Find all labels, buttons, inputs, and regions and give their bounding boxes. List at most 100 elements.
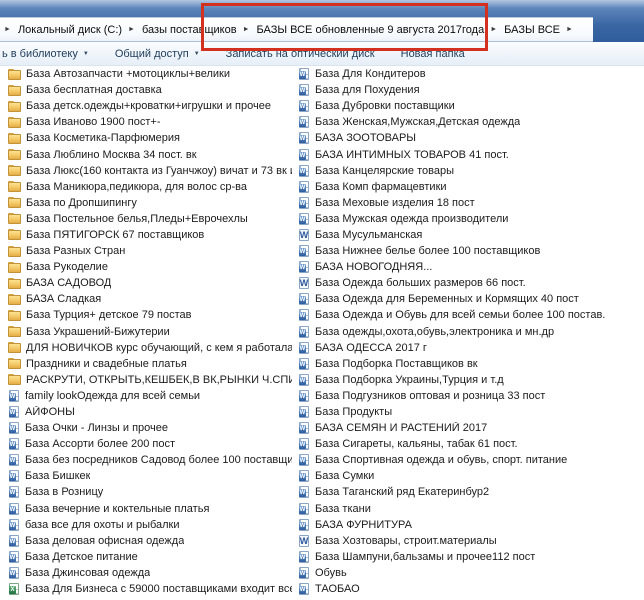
folder-icon [8, 197, 21, 209]
list-item[interactable]: Праздники и свадебные платья [8, 356, 292, 372]
list-item[interactable]: База по Дропшипингу [8, 195, 292, 211]
list-item[interactable]: База Очки - Линзы и прочее [8, 420, 292, 436]
word-doc-icon [8, 406, 20, 418]
list-item[interactable]: БАЗА САДОВОД [8, 275, 292, 291]
list-item[interactable]: Обувь [298, 565, 644, 581]
list-item[interactable]: База без посредников Садовод более 100 п… [8, 452, 292, 468]
list-item[interactable]: База Меховые изделия 18 пост [298, 195, 644, 211]
command-toolbar: ь в библиотеку▼ Общий доступ▼ Записать на … [0, 42, 644, 66]
list-item-label: База Иваново 1900 пост+- [26, 116, 161, 128]
list-item[interactable]: База деловая офисная одежда [8, 533, 292, 549]
list-item[interactable]: База Продукты [298, 404, 644, 420]
list-item[interactable]: РАСКРУТИ, ОТКРЫТЬ,КЕШБЕК,В ВК,РЫНКИ Ч.СП… [8, 372, 292, 388]
list-item[interactable]: База Рукоделие [8, 259, 292, 275]
list-item[interactable]: База Для Бизнеса с 59000 поставщиками вх… [8, 581, 292, 597]
list-item[interactable]: База Нижнее белье более 100 поставщиков [298, 243, 644, 259]
list-item[interactable]: База бесплатная доставка [8, 82, 292, 98]
list-item[interactable]: База Косметика-Парфюмерия [8, 130, 292, 146]
word-doc-icon [298, 132, 310, 144]
list-item[interactable]: База Иваново 1900 пост+- [8, 114, 292, 130]
list-item-label: База Канцелярские товары [315, 165, 454, 177]
list-item[interactable]: База Шампуни,бальзамы и прочее112 пост [298, 549, 644, 565]
word-old-doc-icon [298, 277, 310, 289]
list-item-label: База для Похудения [315, 84, 420, 96]
toolbar-button[interactable]: Новая папка [399, 42, 475, 65]
list-item-label: База Постельное белья,Пледы+Еврочехлы [26, 213, 248, 225]
list-item[interactable]: База Одежда больших размеров 66 пост. [298, 275, 644, 291]
word-doc-icon [298, 406, 310, 418]
list-item[interactable]: База Таганский ряд Екатеринбур2 [298, 484, 644, 500]
list-item[interactable]: База Канцелярские товары [298, 163, 644, 179]
breadcrumb-item[interactable]: БАЗЫ ВСЕ обновленные 9 августа 2017года [255, 24, 487, 36]
toolbar-button[interactable]: ь в библиотеку▼ [0, 42, 99, 65]
list-item[interactable]: База Детское питание [8, 549, 292, 565]
list-item[interactable]: База одежды,охота,обувь,электроника и мн… [298, 324, 644, 340]
list-item[interactable]: База Люкс(160 контакта из Гуанчжоу) вича… [8, 163, 292, 179]
folder-icon [8, 181, 21, 193]
list-item[interactable]: База Ассорти более 200 пост [8, 436, 292, 452]
list-item[interactable]: База Сигареты, кальяны, табак 61 пост. [298, 436, 644, 452]
list-item[interactable]: База Подборка Поставщиков вк [298, 356, 644, 372]
list-item[interactable]: family lookОдежда для всей семьи [8, 388, 292, 404]
list-item[interactable]: АЙФОНЫ [8, 404, 292, 420]
address-breadcrumb-bar[interactable]: ►Локальный диск (C:)►базы поставщиков►БА… [0, 17, 593, 42]
list-item[interactable]: База Дубровки поставщики [298, 98, 644, 114]
folder-icon [8, 165, 21, 177]
list-item[interactable]: БАЗА НОВОГОДНЯЯ... [298, 259, 644, 275]
list-item[interactable]: База Комп фармацевтики [298, 179, 644, 195]
list-item[interactable]: База Одежда и Обувь для всей семьи более… [298, 307, 644, 323]
list-item[interactable]: База Люблино Москва 34 пост. вк [8, 146, 292, 162]
list-item-label: БАЗА НОВОГОДНЯЯ... [315, 261, 432, 273]
list-item[interactable]: База в Розницу [8, 484, 292, 500]
list-item[interactable]: База Постельное белья,Пледы+Еврочехлы [8, 211, 292, 227]
list-item[interactable]: База Подборка Украины,Турция и т.д [298, 372, 644, 388]
list-item[interactable]: БАЗА ЗООТОВАРЫ [298, 130, 644, 146]
list-item[interactable]: БАЗА Сладкая [8, 291, 292, 307]
list-item[interactable]: База Автозапчасти +мотоциклы+велики [8, 66, 292, 82]
list-item[interactable]: База Турция+ детское 79 постав [8, 307, 292, 323]
list-item[interactable]: БАЗА СЕМЯН И РАСТЕНИЙ 2017 [298, 420, 644, 436]
list-item[interactable]: База Разных Стран [8, 243, 292, 259]
list-item[interactable]: БАЗА ИНТИМНЫХ ТОВАРОВ 41 пост. [298, 146, 644, 162]
list-item[interactable]: База Сумки [298, 468, 644, 484]
word-doc-icon [298, 551, 310, 563]
list-item[interactable]: База Мусульманская [298, 227, 644, 243]
list-item[interactable]: База Мужская одежда производители [298, 211, 644, 227]
list-item[interactable]: БАЗА ФУРНИТУРА [298, 517, 644, 533]
list-item[interactable]: База вечерние и коктельные платья [8, 501, 292, 517]
list-item[interactable]: База Спортивная одежда и обувь, спорт. п… [298, 452, 644, 468]
list-item[interactable]: База Украшений-Бижутерии [8, 324, 292, 340]
list-item[interactable]: База Маникюра,педикюра, для волос ср-ва [8, 179, 292, 195]
word-doc-icon [298, 342, 310, 354]
toolbar-button[interactable]: Записать на оптический диск [224, 42, 385, 65]
list-item-label: База в Розницу [25, 486, 103, 498]
list-item[interactable]: База детск.одежды+кроватки+игрушки и про… [8, 98, 292, 114]
list-item[interactable]: База для Похудения [298, 82, 644, 98]
folder-icon [8, 101, 21, 113]
list-item[interactable]: База Подгузников оптовая и розница 33 по… [298, 388, 644, 404]
list-item-label: БАЗА САДОВОД [26, 277, 111, 289]
list-item[interactable]: База Одежда для Беременных и Кормящих 40… [298, 291, 644, 307]
list-item-label: База без посредников Садовод более 100 п… [25, 454, 292, 466]
list-item[interactable]: База Хозтовары, строит.материалы [298, 533, 644, 549]
list-item[interactable]: База Бишкек [8, 468, 292, 484]
list-item-label: База Мужская одежда производители [315, 213, 508, 225]
file-list: База Автозапчасти +мотоциклы+великиБаза … [0, 66, 644, 600]
list-item[interactable]: ТАОБАО [298, 581, 644, 597]
breadcrumb-item[interactable]: базы поставщиков [140, 24, 239, 36]
word-doc-icon [298, 165, 310, 177]
list-item[interactable]: ДЛЯ НОВИЧКОВ курс обучающий, с кем я раб… [8, 340, 292, 356]
list-item[interactable]: База Джинсовая одежда [8, 565, 292, 581]
breadcrumb-item[interactable]: БАЗЫ ВСЕ [502, 24, 562, 36]
list-item-label: База Одежда больших размеров 66 пост. [315, 277, 526, 289]
toolbar-button[interactable]: Общий доступ▼ [113, 42, 210, 65]
breadcrumb-item[interactable]: Локальный диск (C:) [16, 24, 124, 36]
list-item[interactable]: БАЗА ОДЕССА 2017 г [298, 340, 644, 356]
list-item[interactable]: база все для охоты и рыбалки [8, 517, 292, 533]
list-item[interactable]: База Женская,Мужская,Детская одежда [298, 114, 644, 130]
word-doc-icon [8, 486, 20, 498]
list-item-label: База Хозтовары, строит.материалы [315, 535, 497, 547]
list-item[interactable]: База ПЯТИГОРСК 67 поставщиков [8, 227, 292, 243]
list-item[interactable]: База ткани [298, 501, 644, 517]
list-item[interactable]: База Для Кондитеров [298, 66, 644, 82]
